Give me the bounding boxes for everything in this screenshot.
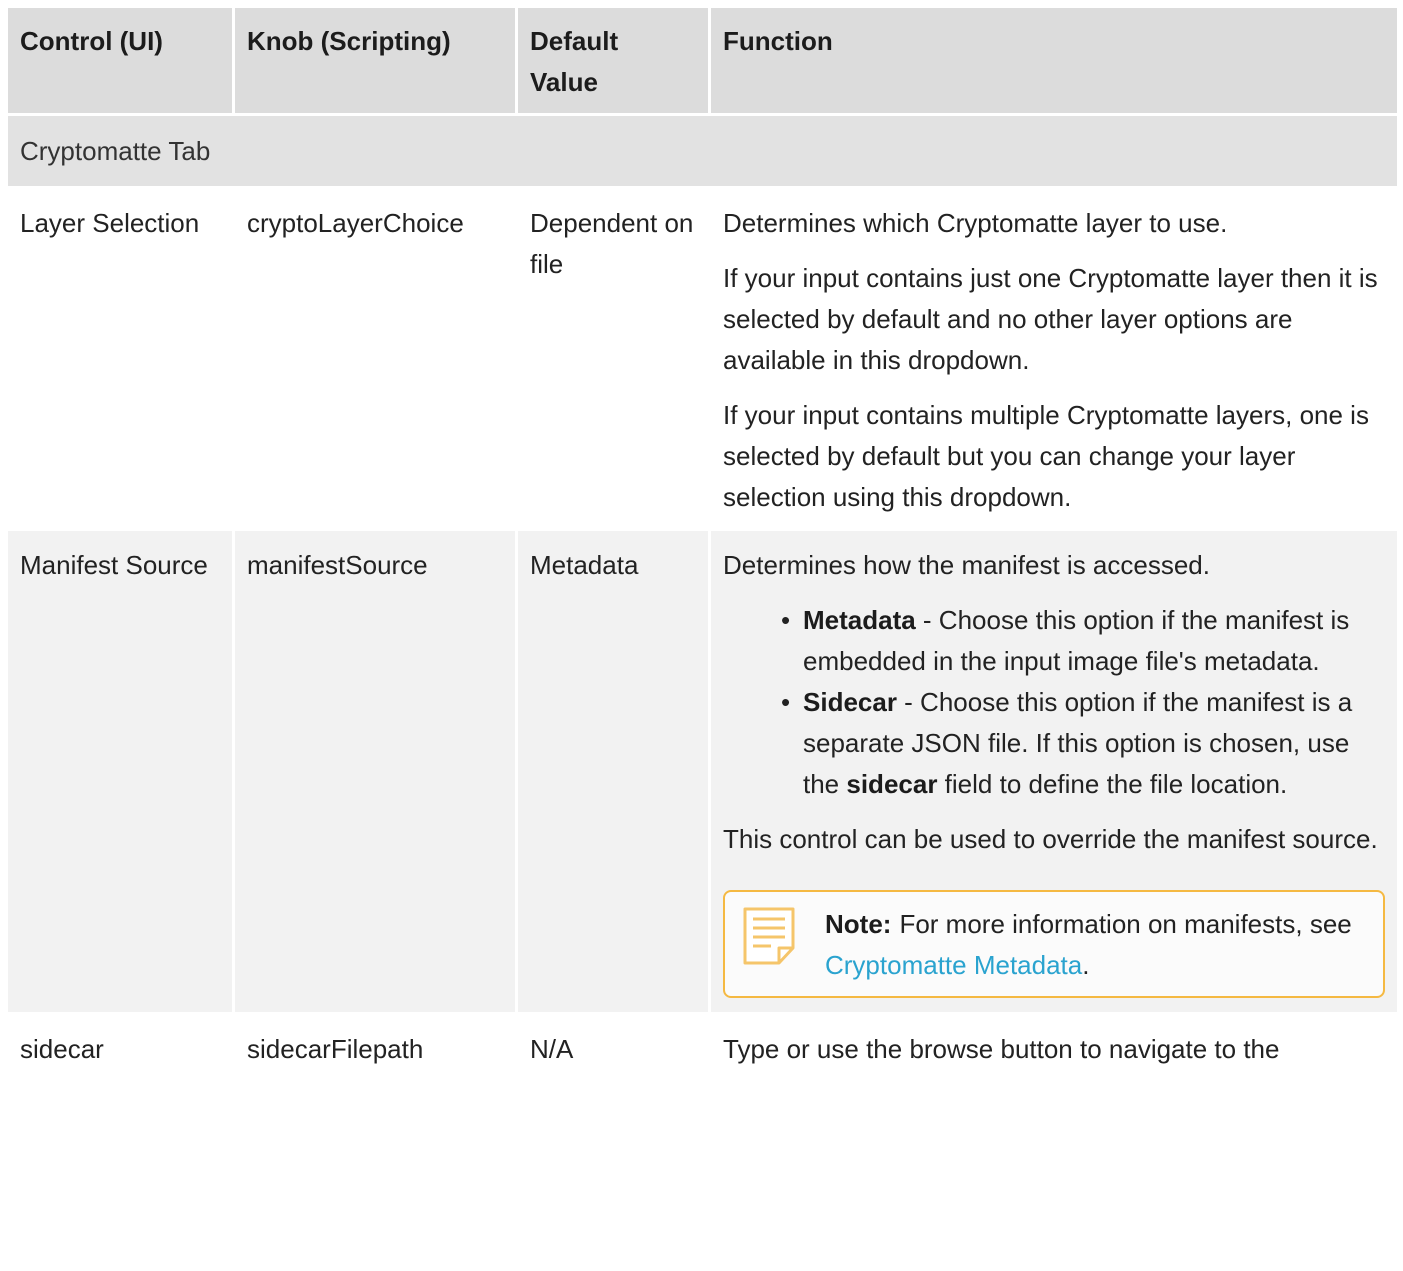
header-default-line1: Default (530, 26, 619, 56)
cell-function: Type or use the browse button to navigat… (711, 1015, 1397, 1083)
cell-knob: sidecarFilepath (235, 1015, 518, 1083)
table-row: Manifest Source manifestSource Metadata … (8, 531, 1397, 1015)
table-row: Layer Selection cryptoLayerChoice Depend… (8, 189, 1397, 531)
note-text: For more information on manifests, see (899, 909, 1352, 939)
header-row: Control (UI) Knob (Scripting) Default Val… (8, 8, 1397, 116)
table-header: Control (UI) Knob (Scripting) Default Val… (8, 8, 1397, 116)
header-control: Control (UI) (8, 8, 235, 116)
function-paragraph: If your input contains just one Cryptoma… (723, 263, 1378, 375)
cell-function: Determines how the manifest is accessed.… (711, 531, 1397, 1015)
cell-default: Dependent on file (518, 189, 711, 531)
cell-control: Manifest Source (8, 531, 235, 1015)
bullet-icon: • (781, 605, 791, 635)
note-box: Note: For more information on manifests, … (723, 890, 1385, 998)
cell-control: sidecar (8, 1015, 235, 1083)
cryptomatte-metadata-link[interactable]: Cryptomatte Metadata (825, 950, 1082, 980)
list-item: • Metadata - Choose this option if the ma… (781, 600, 1385, 682)
header-default: Default Value (518, 8, 711, 116)
options-list: • Metadata - Choose this option if the ma… (723, 600, 1385, 805)
option-name: Sidecar (803, 687, 897, 717)
function-paragraph: Determines which Cryptomatte layer to us… (723, 208, 1228, 238)
function-paragraph: Determines how the manifest is accessed. (723, 550, 1210, 580)
header-knob: Knob (Scripting) (235, 8, 518, 116)
reference-table: Control (UI) Knob (Scripting) Default Val… (8, 8, 1397, 1083)
section-row: Cryptomatte Tab (8, 116, 1397, 189)
note-suffix: . (1082, 950, 1090, 980)
table-row: sidecar sidecarFilepath N/A Type or use … (8, 1015, 1397, 1083)
cell-knob: cryptoLayerChoice (235, 189, 518, 531)
function-paragraph: This control can be used to override the… (723, 824, 1378, 854)
list-item: • Sidecar - Choose this option if the man… (781, 682, 1385, 805)
option-text-after: field to define the file location. (937, 769, 1288, 799)
cell-knob: manifestSource (235, 531, 518, 1015)
function-paragraph: If your input contains multiple Cryptoma… (723, 400, 1369, 512)
header-function: Function (711, 8, 1397, 116)
cell-control: Layer Selection (8, 189, 235, 531)
option-field-name: sidecar (846, 769, 938, 799)
note-label: Note: (825, 909, 892, 939)
bullet-icon: • (781, 687, 791, 717)
table-body: Cryptomatte Tab Layer Selection cryptoLa… (8, 116, 1397, 1083)
cell-default: Metadata (518, 531, 711, 1015)
cell-default: N/A (518, 1015, 711, 1083)
option-name: Metadata (803, 605, 916, 635)
header-default-line2: Value (530, 67, 598, 97)
cell-function: Determines which Cryptomatte layer to us… (711, 189, 1397, 531)
note-icon (743, 907, 795, 965)
section-title: Cryptomatte Tab (8, 116, 1397, 189)
